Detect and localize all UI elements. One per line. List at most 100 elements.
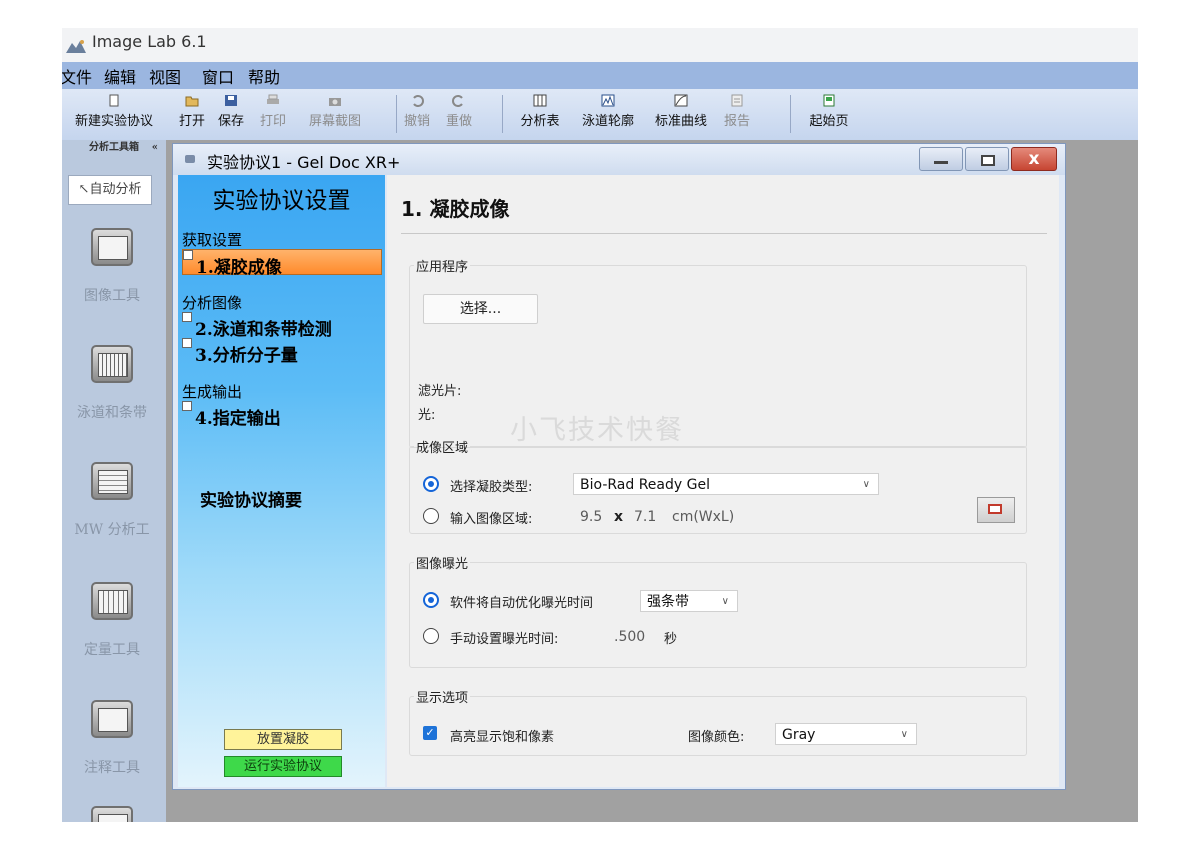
step-check-icon <box>182 312 192 322</box>
select-application-button[interactable]: 选择... <box>423 294 538 324</box>
quantity-tools-button[interactable]: 定量工具 <box>62 582 162 659</box>
analysis-table-label: 分析表 <box>520 114 560 129</box>
manual-exposure-unit: 秒 <box>664 632 678 647</box>
image-exposure-legend: 图像曝光 <box>416 557 469 572</box>
save-icon <box>225 95 237 106</box>
manual-exposure-input[interactable]: .500 <box>614 629 645 645</box>
filter-label: 滤光片: <box>418 384 462 399</box>
step-check-icon <box>182 338 192 348</box>
mw-analysis-label: MW 分析工 <box>74 522 150 538</box>
highlight-saturated-label: 高亮显示饱和像素 <box>450 730 555 745</box>
area-width-input[interactable]: 9.5 <box>580 509 602 525</box>
run-protocol-button[interactable]: 运行实验协议 <box>224 756 342 777</box>
print-button[interactable]: 打印 <box>254 89 292 139</box>
annotation-tools-label: 注释工具 <box>84 760 140 776</box>
step-molecular-weight[interactable]: 3.分析分子量 <box>182 338 380 366</box>
analysis-table-button[interactable]: 分析表 <box>515 89 565 139</box>
group-acquire-settings: 获取设置 <box>182 231 243 249</box>
protocol-summary-link[interactable]: 实验协议摘要 <box>200 486 302 511</box>
auto-analysis-button[interactable]: ↖自动分析 <box>68 175 152 205</box>
annotation-tools-icon <box>91 700 133 738</box>
quantity-tools-label: 定量工具 <box>84 642 140 658</box>
manual-exposure-radio[interactable] <box>423 628 439 644</box>
close-button[interactable]: x <box>1011 147 1057 171</box>
minimize-button[interactable] <box>919 147 963 171</box>
mw-analysis-icon <box>91 462 133 500</box>
menu-view[interactable]: 视图 <box>149 64 181 88</box>
toolbox-title: 分析工具箱 <box>89 142 139 153</box>
step-lane-band-detection[interactable]: 2.泳道和条带检测 <box>182 312 380 340</box>
main-toolbar: 新建实验协议 打开 保存 打印 屏幕截图 撤销 重做 分析表 泳道轮廓 标准曲线… <box>62 89 1138 141</box>
undo-button[interactable]: 撤销 <box>400 89 434 139</box>
close-icon: x <box>1028 149 1040 169</box>
chevron-down-icon: ∨ <box>900 729 908 740</box>
report-button[interactable]: 报告 <box>720 89 754 139</box>
image-area-radio[interactable] <box>423 508 439 524</box>
print-label: 打印 <box>259 114 286 129</box>
toolbox-collapse-button[interactable]: « <box>152 140 158 156</box>
camera-icon <box>329 98 341 106</box>
lanes-bands-button[interactable]: 泳道和条带 <box>62 345 162 422</box>
extra-tool-button[interactable] <box>62 806 162 822</box>
auto-exposure-radio[interactable] <box>423 592 439 608</box>
group-analyze-image: 分析图像 <box>182 294 243 312</box>
protocol-window-titlebar: 实验协议1 - Gel Doc XR+ x <box>173 144 1065 175</box>
standard-curve-icon <box>674 94 688 107</box>
menu-edit[interactable]: 编辑 <box>104 64 136 88</box>
new-protocol-label: 新建实验协议 <box>74 114 153 129</box>
app-title-bar: Image Lab 6.1 <box>62 28 1138 62</box>
step-check-icon <box>182 401 192 411</box>
annotation-tools-button[interactable]: 注释工具 <box>62 700 162 777</box>
step-check-icon <box>183 250 193 260</box>
lane-profile-button[interactable]: 泳道轮廓 <box>575 89 641 139</box>
gel-imaging-settings: 1. 凝胶成像 应用程序 选择... 滤光片: 光: 成像区域 选择凝胶类型: … <box>387 175 1059 787</box>
gel-type-radio[interactable] <box>423 476 439 492</box>
image-color-label: 图像颜色: <box>688 730 745 745</box>
new-document-icon <box>109 94 119 107</box>
auto-exposure-dropdown[interactable]: 强条带 ∨ <box>640 590 738 612</box>
menu-file[interactable]: 文件 <box>62 64 92 88</box>
open-label: 打开 <box>178 114 205 129</box>
imaging-area-preview-button[interactable] <box>977 497 1015 523</box>
auto-analysis-label: 自动分析 <box>89 182 142 197</box>
screenshot-button[interactable]: 屏幕截图 <box>298 89 372 139</box>
save-button[interactable]: 保存 <box>214 89 248 139</box>
protocol-steps-panel: 实验协议设置 获取设置 1.凝胶成像 分析图像 2.泳道和条带检测 3.分析分子… <box>178 175 385 787</box>
divider <box>401 233 1047 234</box>
mw-analysis-button[interactable]: MW 分析工 <box>62 462 162 539</box>
menu-bar: 文件 编辑 视图 窗口 帮助 <box>62 62 1138 89</box>
new-protocol-button[interactable]: 新建实验协议 <box>62 89 166 139</box>
image-lab-app: Image Lab 6.1 文件 编辑 视图 窗口 帮助 新建实验协议 打开 保… <box>62 28 1138 822</box>
manual-exposure-label: 手动设置曝光时间: <box>450 632 559 647</box>
area-preview-icon <box>988 504 1002 514</box>
open-button[interactable]: 打开 <box>176 89 208 139</box>
page-title: 1. 凝胶成像 <box>401 197 510 221</box>
redo-button[interactable]: 重做 <box>442 89 476 139</box>
menu-help[interactable]: 帮助 <box>248 64 280 88</box>
step-gel-imaging[interactable]: 1.凝胶成像 <box>182 249 382 278</box>
start-page-button[interactable]: 起始页 <box>804 89 854 139</box>
step-specify-output[interactable]: 4.指定输出 <box>182 401 380 429</box>
start-page-icon <box>823 94 835 107</box>
imaging-area-group: 成像区域 选择凝胶类型: Bio-Rad Ready Gel ∨ 输入图像区域:… <box>409 437 1027 534</box>
group-generate-output: 生成输出 <box>182 383 243 401</box>
gel-type-dropdown[interactable]: Bio-Rad Ready Gel ∨ <box>573 473 879 495</box>
step-gel-imaging-label: 1.凝胶成像 <box>196 258 282 278</box>
image-color-dropdown[interactable]: Gray ∨ <box>775 723 917 745</box>
menu-window[interactable]: 窗口 <box>202 64 234 88</box>
highlight-saturated-checkbox[interactable]: ✓ <box>423 726 437 740</box>
redo-label: 重做 <box>445 114 472 129</box>
window-icon <box>185 155 195 163</box>
area-length-input[interactable]: 7.1 <box>634 509 656 525</box>
image-color-value: Gray <box>782 727 816 743</box>
standard-curve-button[interactable]: 标准曲线 <box>648 89 714 139</box>
image-tools-button[interactable]: 图像工具 <box>62 228 162 305</box>
protocol-window: 实验协议1 - Gel Doc XR+ x 实验协议设置 获取设置 1.凝胶成像… <box>172 143 1066 790</box>
chevron-down-icon: ∨ <box>721 596 729 607</box>
start-page-label: 起始页 <box>809 114 849 129</box>
app-title: Image Lab 6.1 <box>92 32 207 51</box>
maximize-button[interactable] <box>965 147 1009 171</box>
place-gel-button[interactable]: 放置凝胶 <box>224 729 342 750</box>
lane-profile-label: 泳道轮廓 <box>581 114 634 129</box>
toolbox-header: 分析工具箱 « <box>62 140 166 156</box>
